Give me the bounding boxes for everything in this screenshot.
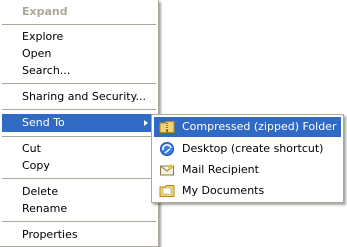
send-to-mail-recipient[interactable]: Mail Recipient [154,160,341,180]
menu-separator [2,178,156,179]
expand-item: Expand [22,5,68,18]
properties-item[interactable]: Properties [2,226,156,244]
search-item[interactable]: Search... [2,62,156,80]
menu-separator [2,136,156,137]
menu-separator [2,221,156,222]
delete-item[interactable]: Delete [2,183,156,201]
folder-icon [159,183,175,199]
open-item[interactable]: Open [2,45,156,63]
my-documents-label: My Documents [182,184,265,197]
send-to-my-documents[interactable]: My Documents [154,181,341,201]
mail-recipient-label: Mail Recipient [182,163,259,176]
desktop-icon [159,141,175,157]
context-menu: Expand Explore Open Search... Sharing an… [0,0,159,247]
send-to-submenu: Compressed (zipped) Folder Desktop (crea… [151,114,344,203]
rename-item[interactable]: Rename [2,200,156,218]
explore-item[interactable]: Explore [2,28,156,46]
copy-item[interactable]: Copy [2,157,156,175]
compressed-folder-label: Compressed (zipped) Folder [182,120,337,133]
desktop-label: Desktop (create shortcut) [182,142,324,155]
menu-separator [2,24,156,25]
zip-folder-icon [159,119,175,135]
submenu-arrow-icon [144,120,148,126]
menu-separator [2,83,156,84]
send-to-desktop[interactable]: Desktop (create shortcut) [154,139,341,159]
send-to-item[interactable]: Send To [2,114,156,132]
mail-icon [159,162,175,178]
menu-separator [2,109,156,110]
sharing-security-item[interactable]: Sharing and Security... [2,88,156,106]
cut-item[interactable]: Cut [2,140,156,158]
send-to-compressed-folder[interactable]: Compressed (zipped) Folder [154,117,341,137]
send-to-label: Send To [22,116,65,129]
